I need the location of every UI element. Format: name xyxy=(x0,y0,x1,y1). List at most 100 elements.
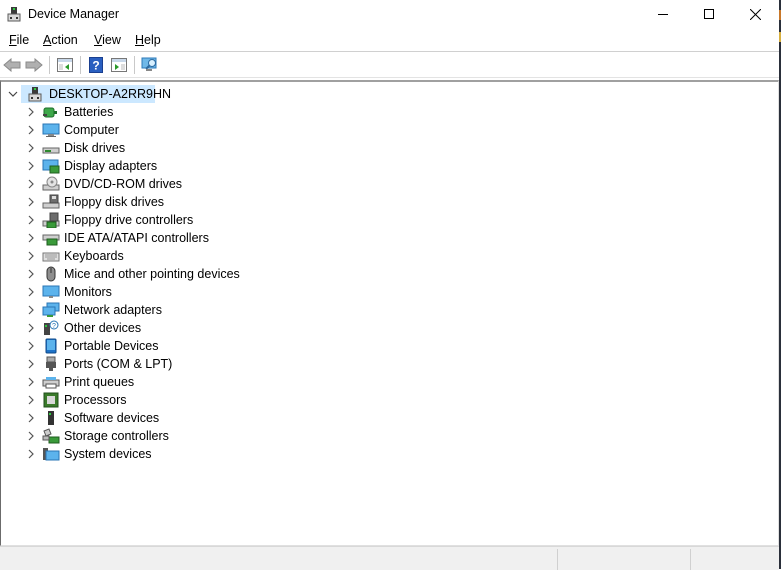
tree-node-label: Portable Devices xyxy=(64,339,159,353)
menu-help-label: elp xyxy=(144,33,161,47)
tree-node-print-queues[interactable]: Print queues xyxy=(25,373,134,391)
toolbar: ? xyxy=(0,52,779,78)
back-button[interactable] xyxy=(2,55,22,74)
chevron-right-icon[interactable] xyxy=(25,340,37,352)
close-icon xyxy=(749,8,761,20)
device-manager-window: Device Manager File Action View Help ? D… xyxy=(0,0,779,570)
ide-controller-icon xyxy=(42,230,60,246)
mouse-icon xyxy=(42,266,60,282)
tree-node-processors[interactable]: Processors xyxy=(25,391,127,409)
tree-node-portable-devices[interactable]: Portable Devices xyxy=(25,337,159,355)
tree-node-disk-drives[interactable]: Disk drives xyxy=(25,139,125,157)
tree-node-batteries[interactable]: Batteries xyxy=(25,103,113,121)
menu-view-label: iew xyxy=(102,33,121,47)
floppy-controller-icon xyxy=(42,212,60,228)
tree-node-ports-com-lpt[interactable]: Ports (COM & LPT) xyxy=(25,355,172,373)
chevron-right-icon[interactable] xyxy=(25,286,37,298)
chevron-right-icon[interactable] xyxy=(25,268,37,280)
computer-icon xyxy=(42,122,60,138)
chevron-right-icon[interactable] xyxy=(25,250,37,262)
system-device-icon xyxy=(42,446,60,462)
menu-help-accel: H xyxy=(135,33,145,47)
chevron-right-icon[interactable] xyxy=(25,412,37,424)
toolbar-separator xyxy=(80,56,81,74)
tree-root-computer[interactable]: DESKTOP-A2RR9HN xyxy=(7,85,171,103)
chevron-right-icon[interactable] xyxy=(25,376,37,388)
close-button[interactable] xyxy=(732,0,778,28)
menu-bar: File Action View Help xyxy=(0,30,779,52)
tree-node-floppy-disk-drives[interactable]: Floppy disk drives xyxy=(25,193,164,211)
menu-view-accel: V xyxy=(94,33,103,47)
tree-node-label: Mice and other pointing devices xyxy=(64,267,240,281)
computer-tower-icon xyxy=(27,86,43,102)
tree-node-software-devices[interactable]: Software devices xyxy=(25,409,159,427)
tree-node-label: Floppy drive controllers xyxy=(64,213,194,227)
chevron-right-icon[interactable] xyxy=(25,358,37,370)
tree-node-label: Computer xyxy=(64,123,119,137)
printer-icon xyxy=(42,374,60,390)
toolbar-separator xyxy=(134,56,135,74)
menu-file-accel: F xyxy=(9,33,17,47)
tree-node-ide-ata-atapi-controllers[interactable]: IDE ATA/ATAPI controllers xyxy=(25,229,209,247)
chevron-right-icon[interactable] xyxy=(25,394,37,406)
menu-help[interactable]: Help xyxy=(135,33,161,47)
tree-node-computer[interactable]: Computer xyxy=(25,121,119,139)
menu-file-label: ile xyxy=(16,33,30,47)
tree-node-display-adapters[interactable]: Display adapters xyxy=(25,157,157,175)
maximize-button[interactable] xyxy=(686,0,732,28)
chevron-right-icon[interactable] xyxy=(25,196,37,208)
maximize-icon xyxy=(704,9,714,19)
tree-node-label: Processors xyxy=(64,393,127,407)
tree-node-label: Ports (COM & LPT) xyxy=(64,357,173,371)
chevron-right-icon[interactable] xyxy=(25,214,37,226)
chevron-right-icon[interactable] xyxy=(25,322,37,334)
scan-monitor-icon xyxy=(141,57,157,71)
tree-node-mice-and-other-pointing-devices[interactable]: Mice and other pointing devices xyxy=(25,265,240,283)
chevron-right-icon[interactable] xyxy=(25,304,37,316)
chevron-right-icon[interactable] xyxy=(25,232,37,244)
chevron-right-icon[interactable] xyxy=(25,124,37,136)
tree-node-storage-controllers[interactable]: Storage controllers xyxy=(25,427,169,445)
menu-view[interactable]: View xyxy=(94,33,121,47)
tree-node-label: Other devices xyxy=(64,321,142,335)
network-adapter-icon xyxy=(42,302,60,318)
forward-arrow-icon xyxy=(25,57,43,72)
portable-device-icon xyxy=(42,338,60,354)
svg-text:?: ? xyxy=(92,58,99,72)
show-hide-action-pane-button[interactable] xyxy=(109,55,129,74)
disk-drive-icon xyxy=(42,140,60,156)
tree-node-keyboards[interactable]: Keyboards xyxy=(25,247,124,265)
chevron-right-icon[interactable] xyxy=(25,142,37,154)
menu-action[interactable]: Action xyxy=(43,33,78,47)
tree-node-monitors[interactable]: Monitors xyxy=(25,283,112,301)
title-bar[interactable]: Device Manager xyxy=(0,0,779,30)
tree-node-network-adapters[interactable]: Network adapters xyxy=(25,301,162,319)
tree-node-label: Storage controllers xyxy=(64,429,169,443)
tree-node-dvd-cd-rom-drives[interactable]: DVD/CD-ROM drives xyxy=(25,175,182,193)
tree-node-label: DVD/CD-ROM drives xyxy=(64,177,183,191)
menu-file[interactable]: File xyxy=(9,33,29,47)
forward-button[interactable] xyxy=(24,55,44,74)
scan-hardware-changes-button[interactable] xyxy=(140,55,160,74)
tree-node-label: Network adapters xyxy=(64,303,162,317)
help-icon: ? xyxy=(89,56,103,73)
minimize-button[interactable] xyxy=(640,0,686,28)
show-hide-console-tree-button[interactable] xyxy=(55,55,75,74)
chevron-right-icon[interactable] xyxy=(25,160,37,172)
device-tree[interactable]: DESKTOP-A2RR9HN Batteries Computer Disk dr… xyxy=(0,80,779,546)
window-title: Device Manager xyxy=(28,7,120,21)
chevron-right-icon[interactable] xyxy=(25,178,37,190)
tree-node-other-devices[interactable]: ? Other devices xyxy=(25,319,141,337)
chevron-down-icon[interactable] xyxy=(7,88,19,100)
tree-node-system-devices[interactable]: System devices xyxy=(25,445,152,463)
chevron-right-icon[interactable] xyxy=(25,430,37,442)
unknown-device-icon: ? xyxy=(42,320,60,336)
tree-node-label: Display adapters xyxy=(64,159,158,173)
tree-node-label: IDE ATA/ATAPI controllers xyxy=(64,231,209,245)
chevron-right-icon[interactable] xyxy=(25,448,37,460)
tree-node-floppy-drive-controllers[interactable]: Floppy drive controllers xyxy=(25,211,193,229)
storage-controller-icon xyxy=(42,428,60,444)
help-button[interactable]: ? xyxy=(86,55,106,74)
chevron-right-icon[interactable] xyxy=(25,106,37,118)
battery-icon xyxy=(42,104,60,120)
